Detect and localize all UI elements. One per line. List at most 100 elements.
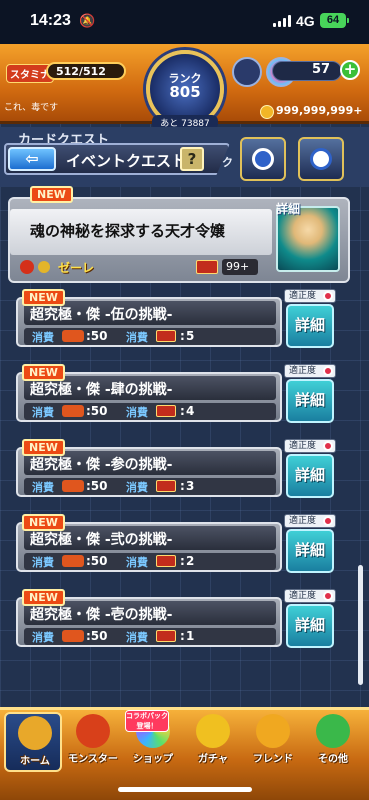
- quest-detail-button[interactable]: 詳細: [286, 529, 334, 573]
- tab-label: ホーム: [20, 756, 50, 767]
- ticket-icon: [196, 260, 218, 274]
- item-slot-icon[interactable]: [232, 57, 262, 87]
- friend-icon: [256, 714, 290, 748]
- ticket-cost: 4: [186, 404, 195, 418]
- status-bar: 14:23 🔕 4G 64: [0, 0, 369, 44]
- collab-pack-badge: コラボパック登場！: [125, 710, 169, 732]
- quest-row[interactable]: 超究極・傑 -壱の挑戦- NEW 消費 :50 消費 : 1 適正度 詳細: [16, 589, 336, 651]
- event-detail-label: 詳細: [276, 202, 301, 216]
- quest-row[interactable]: 超究極・傑 -参の挑戦- NEW 消費 :50 消費 : 3 適正度 詳細: [16, 439, 336, 501]
- clock-icon: [310, 148, 332, 170]
- ticket-prefix: :: [180, 629, 185, 643]
- ticket-cost-label: 消費: [126, 631, 148, 644]
- help-button[interactable]: ?: [180, 147, 204, 171]
- event-title: 魂の神秘を探求する天才令嬢: [30, 222, 226, 240]
- tab-label: その他: [318, 754, 348, 765]
- ticket-prefix: :: [180, 404, 185, 418]
- ticket-icon: [156, 630, 176, 642]
- quest-detail-button[interactable]: 詳細: [286, 604, 334, 648]
- tab-home[interactable]: ホーム: [4, 712, 62, 772]
- radar-button[interactable]: [240, 137, 286, 181]
- home-icon: [18, 716, 52, 750]
- fitness-icon: [323, 366, 333, 376]
- tab-other[interactable]: その他: [304, 712, 362, 772]
- ticket-cost-label: 消費: [126, 331, 148, 344]
- fitness-icon: [323, 291, 333, 301]
- timer-button[interactable]: [298, 137, 344, 181]
- ticket-cost-label: 消費: [126, 481, 148, 494]
- ticket-prefix: :: [180, 329, 185, 343]
- ticket-prefix: :: [180, 479, 185, 493]
- stamina-cost: :50: [86, 329, 108, 343]
- tab-label: モンスター: [68, 754, 118, 765]
- ticket-icon: [156, 405, 176, 417]
- home-indicator[interactable]: [118, 787, 252, 792]
- ticket-cost: 1: [186, 629, 195, 643]
- stamina-icon: [62, 330, 84, 342]
- stamina-cost-label: 消費: [32, 556, 54, 569]
- cell-signal-icon: [273, 15, 291, 27]
- scrollbar-thumb[interactable]: [358, 565, 363, 685]
- quest-row[interactable]: 超究極・傑 -伍の挑戦- NEW 消費 :50 消費 : 5 適正度 詳細: [16, 289, 336, 351]
- gacha-icon: [196, 714, 230, 748]
- new-badge: NEW: [22, 514, 65, 531]
- fire-element-icon: [20, 260, 34, 274]
- nav-tab-fragment: ク: [222, 156, 233, 169]
- rank-value: 805: [169, 83, 201, 101]
- stamina-cost: :50: [86, 479, 108, 493]
- page-title: イベントクエスト: [66, 152, 187, 170]
- ticket-cost: 5: [186, 329, 195, 343]
- coin-element-icon: [38, 261, 50, 273]
- tab-label: フレンド: [253, 754, 293, 765]
- silent-bell-icon: 🔕: [79, 13, 96, 28]
- stamina-icon: [62, 405, 84, 417]
- ticket-count: 99+: [226, 260, 250, 273]
- stamina-value: 512/512: [56, 65, 106, 78]
- fitness-icon: [323, 591, 333, 601]
- stamina-icon: [62, 630, 84, 642]
- monster-icon: [76, 714, 110, 748]
- other-icon: [316, 714, 350, 748]
- stamina-cost-label: 消費: [32, 631, 54, 644]
- tab-label: ガチャ: [198, 754, 228, 765]
- fitness-icon: [323, 516, 333, 526]
- orb-count-box: [272, 61, 342, 81]
- quest-detail-button[interactable]: 詳細: [286, 379, 334, 423]
- new-badge: NEW: [22, 589, 65, 606]
- back-button[interactable]: ⇦: [8, 147, 56, 171]
- orb-count: 57: [312, 62, 331, 77]
- quest-title: 超究極・傑 -壱の挑戦-: [30, 607, 173, 623]
- ticket-prefix: :: [180, 554, 185, 568]
- quest-detail-button[interactable]: 詳細: [286, 304, 334, 348]
- quest-row[interactable]: 超究極・傑 -弐の挑戦- NEW 消費 :50 消費 : 2 適正度 詳細: [16, 514, 336, 576]
- stamina-cost-label: 消費: [32, 406, 54, 419]
- stamina-icon: [62, 555, 84, 567]
- new-badge: NEW: [22, 289, 65, 306]
- tab-monster[interactable]: モンスター: [64, 712, 122, 772]
- ticket-icon: [156, 330, 176, 342]
- stamina-cost: :50: [86, 404, 108, 418]
- tab-friend[interactable]: フレンド: [244, 712, 302, 772]
- quest-title: 超究極・傑 -肆の挑戦-: [30, 382, 173, 398]
- tab-label: ショップ: [133, 754, 173, 765]
- ticket-cost-label: 消費: [126, 406, 148, 419]
- gold-coin-icon: [260, 105, 274, 119]
- stamina-cost-label: 消費: [32, 481, 54, 494]
- ticket-icon: [156, 555, 176, 567]
- new-badge: NEW: [30, 186, 73, 203]
- event-boss-name: ゼーレ: [58, 261, 95, 275]
- ticket-cost-label: 消費: [126, 556, 148, 569]
- new-badge: NEW: [22, 364, 65, 381]
- quest-detail-button[interactable]: 詳細: [286, 454, 334, 498]
- quest-title: 超究極・傑 -参の挑戦-: [30, 457, 173, 473]
- buy-orb-button[interactable]: +: [340, 60, 360, 80]
- stamina-cost: :50: [86, 629, 108, 643]
- quest-title: 超究極・傑 -伍の挑戦-: [30, 307, 173, 323]
- new-badge: NEW: [22, 439, 65, 456]
- quest-row[interactable]: 超究極・傑 -肆の挑戦- NEW 消費 :50 消費 : 4 適正度 詳細: [16, 364, 336, 426]
- tab-gacha[interactable]: ガチャ: [184, 712, 242, 772]
- radar-icon: [252, 148, 274, 170]
- fitness-icon: [323, 441, 333, 451]
- ticket-cost: 3: [186, 479, 195, 493]
- stamina-icon: [62, 480, 84, 492]
